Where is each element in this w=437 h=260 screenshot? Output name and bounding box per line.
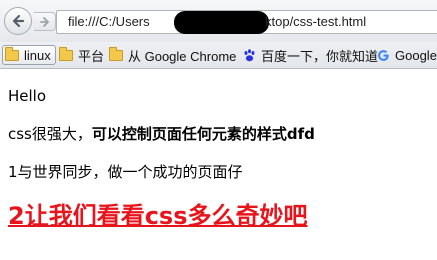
back-button[interactable] <box>4 7 32 35</box>
forward-button[interactable] <box>34 12 56 31</box>
address-bar[interactable]: file:///C:/Users ktop/css-test.html <box>56 10 437 34</box>
google-g-icon <box>378 49 389 61</box>
bookmark-label: 平台 <box>78 48 105 64</box>
back-arrow-icon <box>12 14 25 28</box>
css-bold-text: 可以控制页面任何元素的样式dfd <box>91 125 315 143</box>
bookmarks-bar: linux 平台 从 Google Chrome 百度一下，你就知道 Googl… <box>0 42 437 69</box>
bookmark-baidu[interactable]: 百度一下，你就知道 <box>243 42 378 68</box>
bookmark-label: linux <box>24 47 51 63</box>
hello-paragraph: Hello <box>8 87 47 105</box>
bookmark-label: Google <box>395 47 437 63</box>
bookmark-linux[interactable]: linux <box>2 45 56 65</box>
browser-toolbar: file:///C:/Users ktop/css-test.html <box>0 0 437 42</box>
bookmark-google[interactable]: Google <box>377 42 437 68</box>
forward-arrow-icon <box>40 17 49 27</box>
bookmark-from-chrome[interactable]: 从 Google Chrome <box>109 42 236 68</box>
redacted-url-segment <box>174 11 269 34</box>
url-text-prefix: file:///C:/Users <box>68 14 150 29</box>
sync-paragraph: 1与世界同步，做一个成功的页面仔 <box>8 163 243 181</box>
baidu-paw-icon <box>244 48 255 61</box>
bookmark-platform[interactable]: 平台 <box>59 42 104 68</box>
css-plain-text: css很强大， <box>8 125 92 143</box>
folder-icon <box>109 46 123 61</box>
folder-icon <box>5 46 19 61</box>
bookmark-label: 百度一下，你就知道 <box>261 48 379 64</box>
css-paragraph: css很强大，可以控制页面任何元素的样式dfd <box>8 123 315 144</box>
url-text-suffix: ktop/css-test.html <box>265 14 367 29</box>
bookmark-label: 从 Google Chrome <box>128 48 237 64</box>
red-underlined-heading: 2让我们看看css多么奇妙吧 <box>8 202 308 230</box>
folder-icon <box>59 46 73 61</box>
